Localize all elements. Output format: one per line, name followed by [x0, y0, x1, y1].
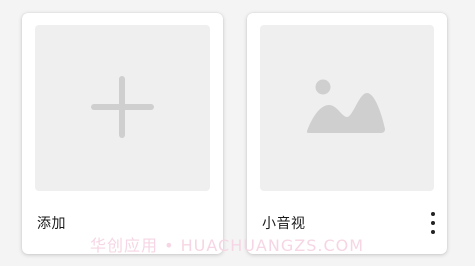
media-card[interactable]: 小音视 — [247, 13, 447, 254]
more-vertical-icon — [431, 212, 435, 216]
add-card[interactable]: 添加 — [22, 13, 223, 254]
add-label: 添加 — [37, 216, 66, 232]
image-placeholder-icon — [307, 79, 385, 133]
media-label: 小音视 — [262, 216, 306, 232]
watermark-text: 华创应用 • HUACHUANGZS.COM — [90, 236, 365, 255]
add-thumbnail[interactable] — [35, 25, 210, 191]
media-thumbnail[interactable] — [260, 25, 434, 191]
more-options-button[interactable] — [428, 212, 438, 234]
